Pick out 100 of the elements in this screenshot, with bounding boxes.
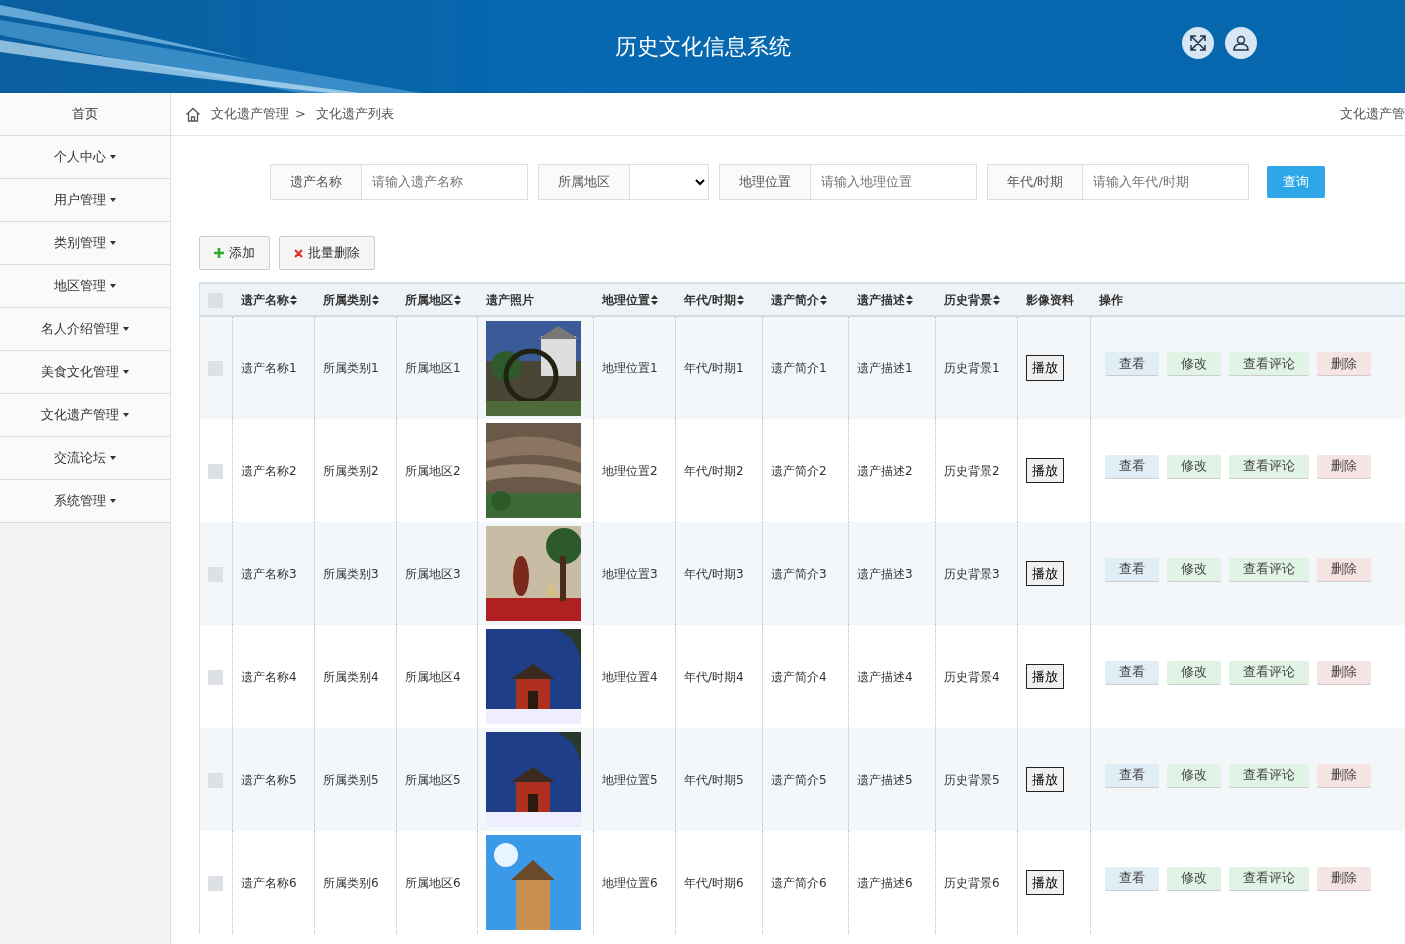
comments-button[interactable]: 查看评论 [1229, 866, 1309, 891]
breadcrumb-item[interactable]: 文化遗产管理 [211, 104, 289, 124]
table-cell: 遗产简介1 [771, 361, 827, 375]
edit-button[interactable]: 修改 [1167, 660, 1221, 685]
table-cell: 所属类别3 [323, 566, 379, 581]
edit-button[interactable]: 修改 [1167, 454, 1221, 479]
sidebar-item[interactable]: 地区管理 [0, 265, 170, 308]
view-button[interactable]: 查看 [1105, 763, 1159, 788]
table-cell: 历史背景6 [944, 875, 1000, 890]
sidebar-item[interactable]: 用户管理 [0, 179, 170, 222]
comments-button[interactable]: 查看评论 [1229, 557, 1309, 582]
edit-button[interactable]: 修改 [1167, 352, 1221, 376]
view-button[interactable]: 查看 [1105, 660, 1159, 685]
delete-button[interactable]: 删除 [1317, 352, 1371, 376]
table-cell: 所属地区3 [405, 566, 461, 581]
filter-label: 年代/时期 [988, 165, 1084, 199]
table-cell: 所属类别2 [323, 463, 379, 478]
table-cell: 遗产名称5 [241, 772, 297, 787]
table-cell: 年代/时期4 [684, 669, 744, 684]
view-button[interactable]: 查看 [1105, 352, 1159, 376]
breadcrumb-item[interactable]: 文化遗产列表 [315, 104, 394, 124]
checkbox[interactable] [208, 669, 223, 685]
table-cell: 遗产简介4 [771, 669, 827, 684]
table-cell: 地理位置4 [602, 669, 658, 684]
delete-button[interactable]: 删除 [1317, 454, 1371, 479]
table-cell: 地理位置5 [602, 772, 658, 787]
page-title: 历史文化信息系统 [614, 33, 791, 61]
table-cell: 地理位置3 [602, 566, 658, 581]
table-cell: 历史背景3 [944, 566, 1000, 581]
sidebar-item[interactable]: 类别管理 [0, 222, 170, 265]
play-button[interactable]: 播放 [1026, 560, 1064, 587]
filter-label: 地理位置 [720, 165, 811, 199]
view-button[interactable]: 查看 [1105, 557, 1159, 582]
column-header[interactable]: 操作 [1098, 290, 1123, 309]
table-cell: 遗产名称2 [241, 463, 297, 478]
table-cell: 年代/时期2 [684, 463, 744, 478]
table-cell: 遗产描述4 [857, 669, 913, 684]
sidebar-item[interactable]: 系统管理 [0, 480, 170, 523]
checkbox[interactable] [208, 463, 223, 479]
view-button[interactable]: 查看 [1105, 866, 1159, 891]
delete-button[interactable]: 删除 [1317, 660, 1371, 685]
filter-label: 遗产名称 [271, 165, 362, 199]
sidebar-item[interactable]: 首页 [0, 93, 170, 136]
view-button[interactable]: 查看 [1105, 454, 1159, 479]
sidebar-item[interactable]: 交流论坛 [0, 437, 170, 480]
filter-label: 所属地区 [539, 165, 630, 199]
comments-button[interactable]: 查看评论 [1229, 454, 1309, 479]
table-cell: 遗产简介2 [771, 463, 827, 478]
edit-button[interactable]: 修改 [1167, 763, 1221, 788]
delete-button[interactable]: 删除 [1317, 866, 1371, 891]
table-cell: 年代/时期6 [684, 875, 744, 890]
table-cell: 所属类别4 [323, 669, 379, 684]
filter-field[interactable]: 遗产名称 请输入遗产名称 [270, 164, 528, 200]
filter-field[interactable]: 地理位置 请输入地理位置 [719, 164, 977, 200]
comments-button[interactable]: 查看评论 [1229, 763, 1309, 788]
table-cell: 遗产名称3 [241, 566, 297, 581]
sidebar-item[interactable]: 个人中心 [0, 136, 170, 179]
table-cell: 遗产简介5 [771, 772, 827, 787]
table-cell: 遗产描述5 [857, 772, 913, 787]
edit-button[interactable]: 修改 [1167, 557, 1221, 582]
user-icon [1232, 34, 1250, 52]
play-button[interactable]: 播放 [1026, 663, 1064, 690]
home-icon [185, 106, 201, 122]
table-cell: 所属类别5 [323, 772, 379, 787]
comments-button[interactable]: 查看评论 [1229, 352, 1309, 376]
sidebar-item[interactable]: 名人介绍管理 [0, 308, 170, 351]
add-button[interactable]: 添加 [199, 236, 270, 270]
plus-icon [214, 248, 224, 258]
batch-delete-button[interactable]: 批量删除 [279, 236, 375, 270]
table-cell: 年代/时期5 [684, 772, 744, 787]
table-cell: 所属地区2 [405, 463, 461, 478]
table-cell: 遗产描述3 [857, 566, 913, 581]
table-cell: 历史背景4 [944, 669, 1000, 684]
table-cell: 遗产描述2 [857, 463, 913, 478]
table-cell: 历史背景2 [944, 463, 1000, 478]
user-button[interactable] [1225, 27, 1257, 59]
table-cell: 历史背景1 [944, 361, 1000, 375]
table-cell: 所属地区5 [405, 772, 461, 787]
table-cell: 历史背景5 [944, 772, 1000, 787]
sidebar-item[interactable]: 美食文化管理 [0, 351, 170, 394]
filter-field[interactable]: 年代/时期 请输入年代/时期 [987, 164, 1250, 200]
play-button[interactable]: 播放 [1026, 869, 1064, 896]
table-cell: 遗产名称1 [241, 361, 297, 375]
play-button[interactable]: 播放 [1026, 766, 1064, 793]
play-button[interactable]: 播放 [1026, 355, 1064, 381]
filter-field[interactable]: 所属地区 [538, 164, 709, 200]
table-cell: 地理位置6 [602, 875, 658, 890]
table-cell: 遗产描述6 [857, 875, 913, 890]
breadcrumb-title: 文化遗产管 [1340, 105, 1405, 124]
fullscreen-button[interactable] [1182, 27, 1214, 59]
delete-button[interactable]: 删除 [1317, 557, 1371, 582]
delete-button[interactable]: 删除 [1317, 763, 1371, 788]
table-cell: 所属类别1 [323, 361, 379, 375]
table-cell: 遗产简介6 [771, 875, 827, 890]
expand-icon [1189, 34, 1207, 52]
edit-button[interactable]: 修改 [1167, 866, 1221, 891]
play-button[interactable]: 播放 [1026, 457, 1064, 484]
checkbox[interactable] [208, 875, 223, 891]
comments-button[interactable]: 查看评论 [1229, 660, 1309, 685]
sidebar-item[interactable]: 文化遗产管理 [0, 394, 170, 437]
